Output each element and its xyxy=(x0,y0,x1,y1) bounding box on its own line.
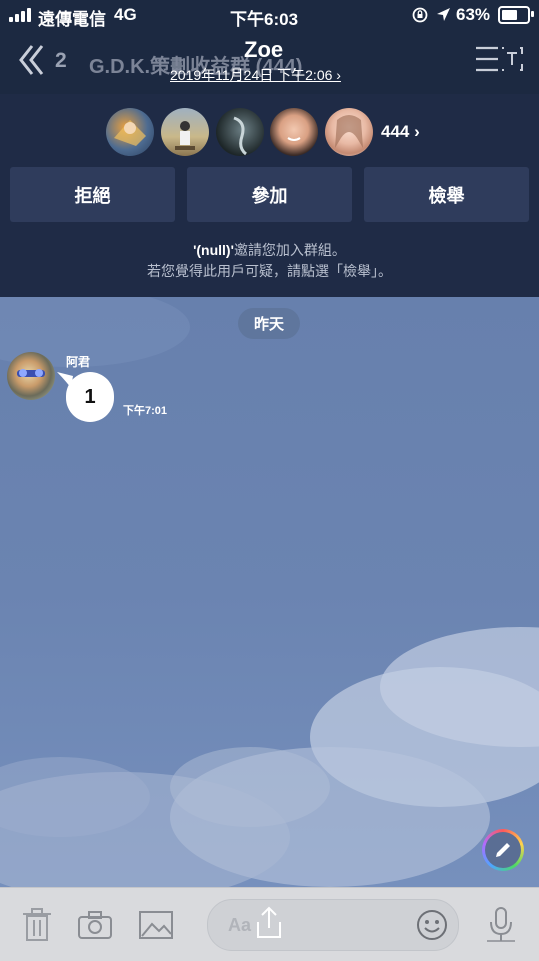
sender-avatar[interactable] xyxy=(7,352,55,400)
trash-icon[interactable] xyxy=(20,907,54,943)
member-avatar[interactable] xyxy=(106,108,154,156)
invite-text: 邀請您加入群組。 xyxy=(233,242,346,258)
battery-percent: 63% xyxy=(456,5,491,24)
input-placeholder: Aa xyxy=(228,915,252,935)
compose-button[interactable] xyxy=(482,829,524,871)
message-input[interactable]: Aa xyxy=(207,899,459,951)
chat-area[interactable]: 昨天 阿君 1 下午7:01 xyxy=(0,297,539,887)
back-chevron-icon[interactable] xyxy=(18,43,48,77)
member-avatar[interactable] xyxy=(161,108,209,156)
pencil-icon xyxy=(496,843,510,857)
date-chip: 昨天 xyxy=(238,308,300,339)
member-avatar[interactable] xyxy=(270,108,318,156)
microphone-icon[interactable] xyxy=(485,905,517,945)
top-area: 遠傳電信 4G 下午6:03 63% 2 G.D.K.策劃收益群 (444) Z… xyxy=(0,0,539,94)
message-bubble[interactable]: 1 xyxy=(66,372,114,422)
report-button[interactable]: 檢舉 xyxy=(364,167,529,222)
invite-date[interactable]: 2019年11月24日 下午2:06 › xyxy=(170,65,341,85)
battery-icon xyxy=(498,6,534,24)
invite-message-line2: 若您覺得此用戶可疑，請點選「檢舉」。 xyxy=(147,263,392,279)
image-icon[interactable] xyxy=(138,910,174,940)
unread-back-count[interactable]: 2 xyxy=(55,49,67,73)
join-button[interactable]: 參加 xyxy=(187,167,352,222)
inviter-name: '(null)' xyxy=(193,242,234,258)
network-type: 4G xyxy=(114,5,137,24)
share-icon[interactable] xyxy=(254,906,284,940)
message-time: 下午7:01 xyxy=(123,405,168,417)
member-avatar[interactable] xyxy=(325,108,373,156)
location-arrow-icon xyxy=(437,8,450,21)
emoji-icon[interactable] xyxy=(416,909,448,941)
chat-header: 2 G.D.K.策劃收益群 (444) Zoe 2019年11月24日 下午2:… xyxy=(0,30,539,94)
carrier-name: 遠傳電信 xyxy=(38,10,106,29)
signal-icon xyxy=(9,8,35,22)
member-avatar[interactable] xyxy=(216,108,264,156)
member-count-link[interactable]: 444 › xyxy=(381,122,420,142)
menu-icon[interactable] xyxy=(474,44,526,74)
invite-message: '(null)'邀請您加入群組。 若您覺得此用戶可疑，請點選「檢舉」。 xyxy=(0,240,539,282)
clock: 下午6:03 xyxy=(230,10,299,29)
reject-button[interactable]: 拒絕 xyxy=(10,167,175,222)
status-bar: 遠傳電信 4G 下午6:03 63% xyxy=(0,0,539,30)
rotation-lock-icon xyxy=(412,7,428,23)
sender-name: Zoe xyxy=(244,37,284,62)
camera-icon[interactable] xyxy=(77,910,113,940)
message-sender-name: 阿君 xyxy=(66,355,91,369)
input-toolbar: Aa xyxy=(0,887,539,961)
invite-message-line1: '(null)'邀請您加入群組。 xyxy=(0,240,539,261)
